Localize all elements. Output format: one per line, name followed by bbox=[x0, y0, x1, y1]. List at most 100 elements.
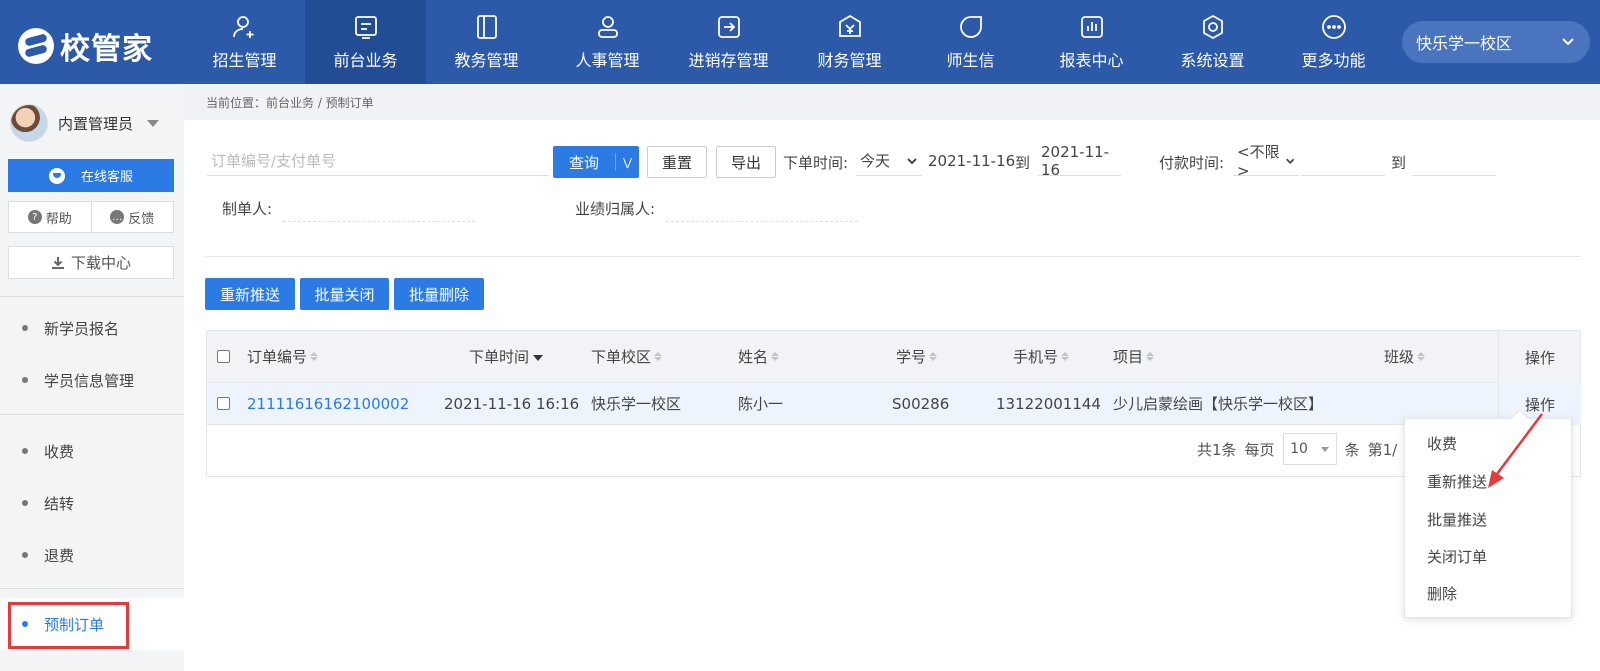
sidebar-item-charge[interactable]: 收费 bbox=[0, 431, 184, 471]
to-label: 到 bbox=[1015, 154, 1031, 172]
export-button[interactable]: 导出 bbox=[716, 146, 776, 178]
page-size-value: 10 bbox=[1290, 441, 1308, 457]
name-cell: 陈小一 bbox=[738, 395, 784, 413]
student-no-cell: S00286 bbox=[892, 394, 950, 413]
select-all-checkbox[interactable] bbox=[217, 331, 230, 382]
checkbox[interactable] bbox=[217, 350, 230, 363]
col-phone[interactable]: 手机号 bbox=[1013, 331, 1070, 382]
help-button[interactable]: ? 帮助 bbox=[9, 202, 92, 232]
project-cell: 少儿启蒙绘画【快乐学一校区】 bbox=[1113, 395, 1324, 413]
nav-item-academic[interactable]: 教务管理 bbox=[426, 0, 547, 84]
creator-input[interactable] bbox=[283, 198, 475, 222]
highlight-box bbox=[8, 602, 129, 649]
more-icon bbox=[1320, 13, 1348, 41]
sort-icon[interactable] bbox=[310, 352, 319, 361]
menu-item-close-order[interactable]: 关闭订单 bbox=[1427, 546, 1487, 567]
pay-time-from[interactable] bbox=[1301, 146, 1385, 176]
order-time-from[interactable]: 2021-11-16 bbox=[928, 152, 1015, 170]
col-label: 学号 bbox=[896, 348, 927, 366]
divider bbox=[205, 256, 1581, 257]
col-campus[interactable]: 下单校区 bbox=[591, 331, 663, 382]
nav-item-enrollment[interactable]: 招生管理 bbox=[184, 0, 305, 84]
reset-button[interactable]: 重置 bbox=[647, 146, 707, 178]
col-order-time[interactable]: 下单时间 bbox=[469, 331, 544, 382]
nav-item-messages[interactable]: 师生信 bbox=[910, 0, 1031, 84]
sort-desc-icon[interactable] bbox=[533, 355, 544, 361]
query-button[interactable]: 查询 ⋁ bbox=[553, 146, 639, 178]
nav-item-hr[interactable]: 人事管理 bbox=[547, 0, 668, 84]
pagination: 共1条 每页 10 条 第1/ bbox=[1197, 433, 1397, 465]
chevron-down-icon bbox=[1285, 158, 1294, 164]
page-size-select[interactable]: 10 bbox=[1282, 433, 1337, 465]
col-student-no[interactable]: 学号 bbox=[896, 331, 938, 382]
feedback-button[interactable]: … 反馈 bbox=[92, 202, 174, 232]
online-service-button[interactable]: 在线客服 bbox=[8, 159, 174, 192]
pay-time-preset-select[interactable]: <不限> bbox=[1233, 143, 1299, 180]
col-label: 下单校区 bbox=[591, 348, 652, 366]
col-name[interactable]: 姓名 bbox=[738, 331, 780, 382]
download-icon bbox=[51, 256, 64, 269]
nav-item-frontdesk[interactable]: 前台业务 bbox=[305, 0, 426, 84]
menu-item-delete[interactable]: 删除 bbox=[1427, 583, 1457, 604]
order-no-input[interactable]: 订单编号/支付单号 bbox=[207, 146, 549, 176]
query-label: 查询 bbox=[568, 153, 599, 172]
sort-icon[interactable] bbox=[929, 352, 938, 361]
nav-item-label: 师生信 bbox=[946, 51, 995, 70]
nav-item-reports[interactable]: 报表中心 bbox=[1031, 0, 1152, 84]
divider bbox=[0, 588, 184, 589]
col-label: 手机号 bbox=[1013, 348, 1059, 366]
sort-icon[interactable] bbox=[1146, 352, 1155, 361]
creator-label: 制单人: bbox=[222, 200, 273, 218]
col-label: 班级 bbox=[1384, 348, 1415, 366]
campus-selector-value: 快乐学一校区 bbox=[1416, 34, 1513, 53]
nav-item-more[interactable]: 更多功能 bbox=[1273, 0, 1394, 84]
sidebar-item-refund[interactable]: 退费 bbox=[0, 535, 184, 575]
pager-page: 第1/ bbox=[1367, 440, 1398, 459]
sort-icon[interactable] bbox=[1417, 352, 1426, 361]
batch-delete-button[interactable]: 批量删除 bbox=[394, 278, 484, 310]
batch-close-button[interactable]: 批量关闭 bbox=[300, 278, 389, 310]
sidebar-item-student-info[interactable]: 学员信息管理 bbox=[0, 360, 184, 400]
divider bbox=[0, 414, 184, 415]
sidebar-item-new-enrollment[interactable]: 新学员报名 bbox=[0, 308, 184, 348]
feedback-label: 反馈 bbox=[128, 211, 155, 227]
sort-icon[interactable] bbox=[1061, 352, 1070, 361]
row-checkbox[interactable] bbox=[217, 383, 230, 424]
order-time-preset-select[interactable]: 今天 bbox=[856, 146, 922, 176]
campus-selector[interactable]: 快乐学一校区 bbox=[1402, 21, 1590, 63]
col-class[interactable]: 班级 bbox=[1384, 331, 1426, 382]
col-label: 姓名 bbox=[738, 348, 769, 366]
order-time-label: 下单时间: bbox=[783, 154, 849, 172]
user-menu[interactable]: 内置管理员 bbox=[10, 104, 160, 142]
campus-cell: 快乐学一校区 bbox=[591, 395, 682, 413]
sidebar-item-label: 新学员报名 bbox=[44, 319, 120, 338]
order-no-link[interactable]: 21111616162100002 bbox=[247, 383, 409, 424]
nav-item-label: 更多功能 bbox=[1301, 51, 1366, 70]
expand-down-icon[interactable]: ⋁ bbox=[616, 156, 639, 169]
sort-icon[interactable] bbox=[654, 352, 663, 361]
nav-item-settings[interactable]: 系统设置 bbox=[1152, 0, 1273, 84]
checkbox[interactable] bbox=[217, 397, 230, 410]
service-icon bbox=[48, 167, 65, 184]
nav-item-inventory[interactable]: 进销存管理 bbox=[668, 0, 789, 84]
pager-per-page-label: 每页 bbox=[1244, 440, 1275, 459]
download-center-button[interactable]: 下载中心 bbox=[8, 246, 174, 279]
sidebar-item-transfer[interactable]: 结转 bbox=[0, 483, 184, 523]
sort-icon[interactable] bbox=[771, 352, 780, 361]
user-add-icon bbox=[231, 13, 259, 41]
menu-item-batch-push[interactable]: 批量推送 bbox=[1427, 509, 1487, 530]
menu-item-repush[interactable]: 重新推送 bbox=[1427, 471, 1487, 492]
repush-button[interactable]: 重新推送 bbox=[205, 278, 295, 310]
nav-item-finance[interactable]: 财务管理 bbox=[789, 0, 910, 84]
col-order-no[interactable]: 订单编号 bbox=[247, 331, 319, 382]
app-logo[interactable]: 校管家 bbox=[18, 24, 153, 68]
performance-owner-input[interactable] bbox=[666, 198, 858, 222]
col-project[interactable]: 项目 bbox=[1113, 331, 1155, 382]
menu-item-charge[interactable]: 收费 bbox=[1427, 433, 1457, 454]
pay-time-to[interactable] bbox=[1412, 146, 1496, 176]
order-time-to[interactable]: 2021-11-16 bbox=[1037, 143, 1121, 179]
sidebar: 内置管理员 在线客服 ? 帮助 … 反馈 下载中心 新学员报名 学员信息管理 收… bbox=[0, 84, 184, 671]
bullet-icon bbox=[22, 325, 28, 331]
table-row[interactable]: 21111616162100002 2021-11-16 16:16 快乐学一校… bbox=[207, 383, 1580, 425]
nav-item-label: 前台业务 bbox=[333, 51, 398, 70]
